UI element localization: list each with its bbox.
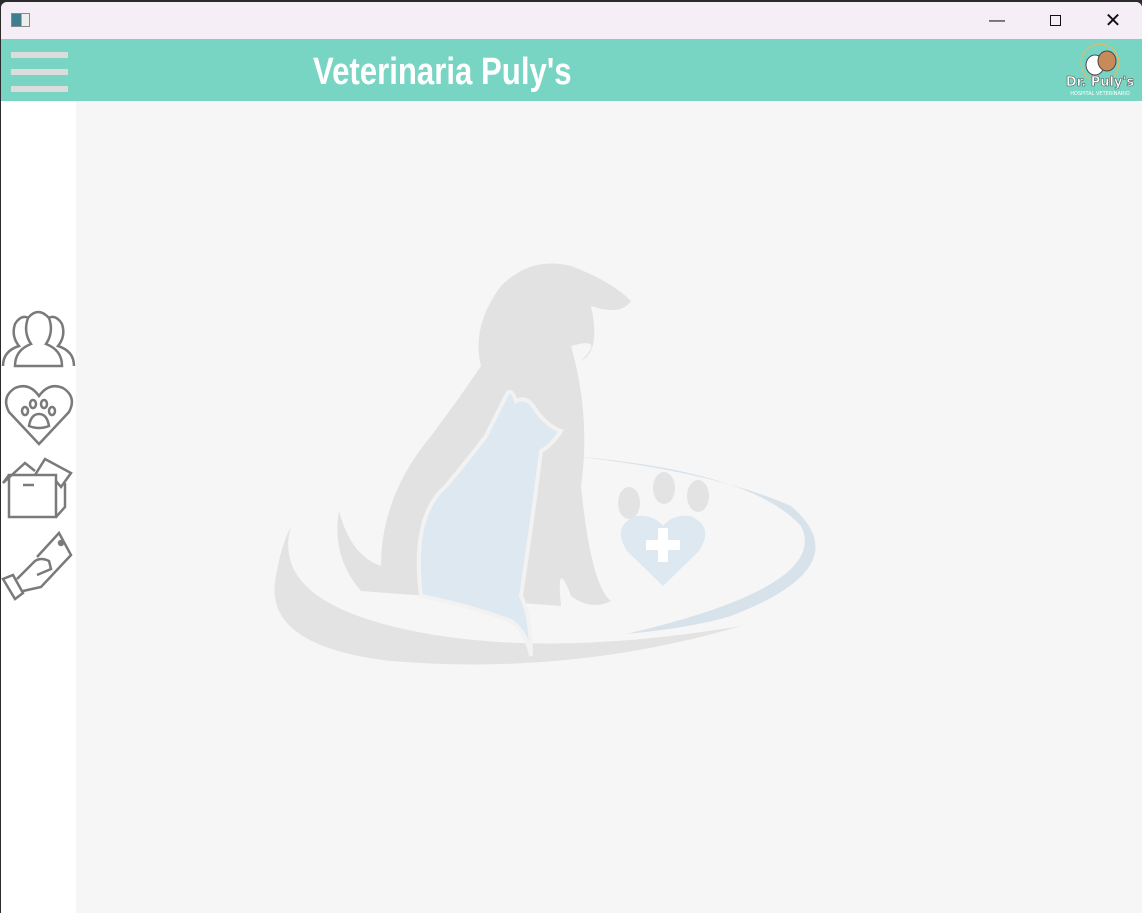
sidebar-item-inventory[interactable] — [1, 455, 76, 525]
title-bar: — ✕ — [1, 2, 1142, 39]
sidebar-item-clients[interactable] — [1, 306, 76, 376]
main-content — [76, 101, 1142, 913]
maximize-button[interactable] — [1026, 2, 1084, 39]
header-bar: Veterinaria Puly's Dr. Puly's HOSPITAL V… — [1, 39, 1142, 101]
app-window: — ✕ Veterinaria Puly's Dr. Puly's HOSPIT… — [1, 2, 1142, 913]
hand-money-payment-icon — [1, 530, 73, 601]
page-title: Veterinaria Puly's — [313, 51, 572, 93]
svg-text:HOSPITAL VETERINARIO: HOSPITAL VETERINARIO — [1070, 91, 1130, 97]
close-button[interactable]: ✕ — [1084, 2, 1142, 39]
pets-heart-paw-icon — [4, 385, 74, 446]
brand-logo: Dr. Puly's HOSPITAL VETERINARIO — [1066, 43, 1135, 97]
sidebar-item-pets[interactable] — [1, 382, 76, 452]
svg-text:Dr. Puly's: Dr. Puly's — [1066, 75, 1135, 90]
app-icon — [11, 13, 30, 27]
minimize-icon: — — [989, 11, 1005, 29]
sidebar-item-payments[interactable] — [1, 529, 76, 601]
dog-cat-paw-logo-watermark — [274, 263, 816, 665]
close-icon: ✕ — [1104, 10, 1122, 32]
clients-icon — [1, 310, 76, 368]
box-inventory-icon — [2, 457, 73, 519]
minimize-button[interactable]: — — [968, 2, 1026, 39]
maximize-icon — [1049, 15, 1061, 26]
sidebar — [1, 101, 76, 913]
menu-button[interactable] — [11, 52, 69, 94]
